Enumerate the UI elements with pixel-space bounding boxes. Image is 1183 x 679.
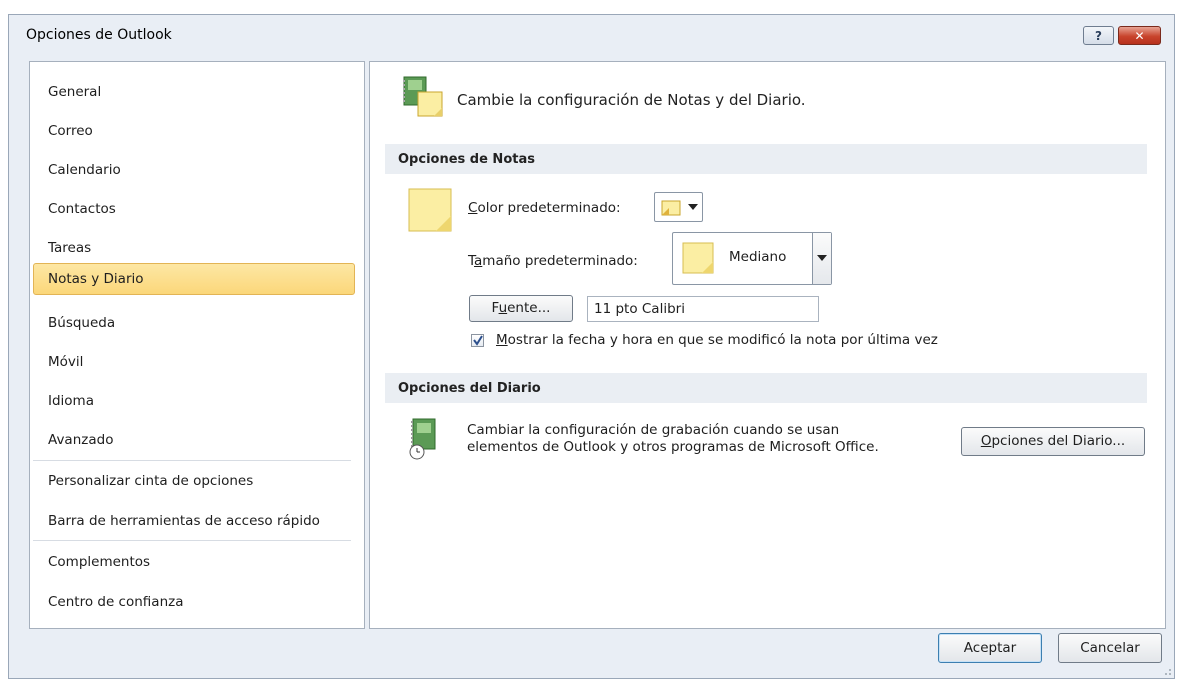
nav-item-correo[interactable]: Correo bbox=[33, 115, 355, 147]
category-nav: General Correo Calendario Contactos Tare… bbox=[29, 61, 365, 629]
help-button[interactable]: ? bbox=[1083, 26, 1114, 45]
nav-item-calendario[interactable]: Calendario bbox=[33, 154, 355, 186]
checkmark-icon bbox=[473, 335, 483, 346]
nav-item-busqueda[interactable]: Búsqueda bbox=[33, 307, 355, 339]
nav-item-personalizar-cinta[interactable]: Personalizar cinta de opciones bbox=[33, 465, 355, 497]
nav-item-movil[interactable]: Móvil bbox=[33, 346, 355, 378]
notes-section-title: Opciones de Notas bbox=[398, 152, 535, 167]
nav-item-avanzado[interactable]: Avanzado bbox=[33, 424, 355, 456]
journal-section-header: Opciones del Diario bbox=[385, 373, 1147, 403]
default-size-label: Tamaño predeterminado: bbox=[468, 253, 638, 269]
nav-separator bbox=[33, 540, 351, 541]
default-size-dropdown[interactable]: Mediano bbox=[672, 232, 832, 285]
nav-item-contactos[interactable]: Contactos bbox=[33, 193, 355, 225]
note-color-swatch-icon bbox=[661, 200, 681, 216]
settings-panel: Cambie la configuración de Notas y del D… bbox=[369, 61, 1166, 629]
ok-button[interactable]: Aceptar bbox=[938, 633, 1042, 663]
dropdown-arrow-button[interactable] bbox=[812, 233, 831, 284]
close-icon: ✕ bbox=[1134, 28, 1145, 43]
notes-section-header: Opciones de Notas bbox=[385, 144, 1147, 174]
note-icon bbox=[408, 188, 452, 232]
nav-separator bbox=[33, 460, 351, 461]
notes-journal-icon bbox=[403, 76, 443, 117]
show-date-label: Mostrar la fecha y hora en que se modifi… bbox=[496, 332, 938, 348]
note-size-icon bbox=[682, 242, 714, 274]
nav-item-tareas[interactable]: Tareas bbox=[33, 232, 355, 264]
page-header: Cambie la configuración de Notas y del D… bbox=[457, 91, 806, 109]
journal-options-button[interactable]: Opciones del Diario... bbox=[961, 427, 1145, 456]
window-title: Opciones de Outlook bbox=[26, 27, 172, 43]
chevron-down-icon bbox=[817, 255, 827, 261]
journal-icon bbox=[409, 418, 436, 460]
nav-item-notas-y-diario[interactable]: Notas y Diario bbox=[33, 263, 355, 295]
journal-description: Cambiar la configuración de grabación cu… bbox=[467, 422, 879, 455]
help-icon: ? bbox=[1095, 28, 1102, 43]
nav-item-barra-acceso-rapido[interactable]: Barra de herramientas de acceso rápido bbox=[33, 505, 355, 537]
nav-item-complementos[interactable]: Complementos bbox=[33, 546, 355, 578]
title-bar: Opciones de Outlook ? ✕ bbox=[9, 15, 1174, 53]
default-size-value: Mediano bbox=[729, 249, 787, 265]
default-color-dropdown[interactable] bbox=[654, 192, 703, 222]
font-button[interactable]: Fuente... bbox=[469, 295, 573, 322]
nav-item-general[interactable]: General bbox=[33, 76, 355, 108]
journal-section-title: Opciones del Diario bbox=[398, 381, 541, 396]
nav-item-idioma[interactable]: Idioma bbox=[33, 385, 355, 417]
chevron-down-icon bbox=[688, 204, 698, 210]
resize-grip-icon[interactable] bbox=[1162, 666, 1172, 676]
outlook-options-dialog: Opciones de Outlook ? ✕ General Correo C… bbox=[8, 14, 1175, 679]
show-date-checkbox[interactable] bbox=[471, 334, 484, 347]
font-value-field: 11 pto Calibri bbox=[587, 296, 819, 322]
close-button[interactable]: ✕ bbox=[1118, 26, 1161, 45]
nav-item-centro-confianza[interactable]: Centro de confianza bbox=[33, 586, 355, 618]
default-color-label: Color predeterminado: bbox=[468, 200, 621, 216]
cancel-button[interactable]: Cancelar bbox=[1058, 633, 1162, 663]
